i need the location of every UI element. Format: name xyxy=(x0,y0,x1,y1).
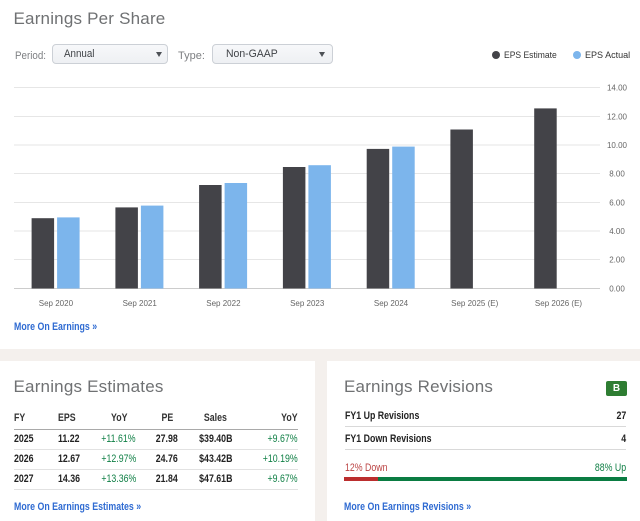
svg-text:8.00: 8.00 xyxy=(609,170,625,179)
svg-text:14.00: 14.00 xyxy=(607,84,628,93)
svg-text:Sep 2023: Sep 2023 xyxy=(290,299,325,308)
svg-text:Sep 2026 (E): Sep 2026 (E) xyxy=(535,299,582,308)
svg-text:Sep 2024: Sep 2024 xyxy=(374,299,409,308)
svg-text:12.00: 12.00 xyxy=(607,113,628,122)
svg-text:Sep 2025 (E): Sep 2025 (E) xyxy=(451,299,498,308)
svg-text:6.00: 6.00 xyxy=(609,199,625,208)
svg-text:Sep 2021: Sep 2021 xyxy=(123,299,158,308)
svg-text:0.00: 0.00 xyxy=(609,285,625,294)
svg-text:Sep 2020: Sep 2020 xyxy=(39,299,74,308)
svg-text:Sep 2022: Sep 2022 xyxy=(206,299,241,308)
svg-text:4.00: 4.00 xyxy=(609,227,625,236)
svg-text:2.00: 2.00 xyxy=(609,256,625,265)
svg-text:10.00: 10.00 xyxy=(607,141,628,150)
